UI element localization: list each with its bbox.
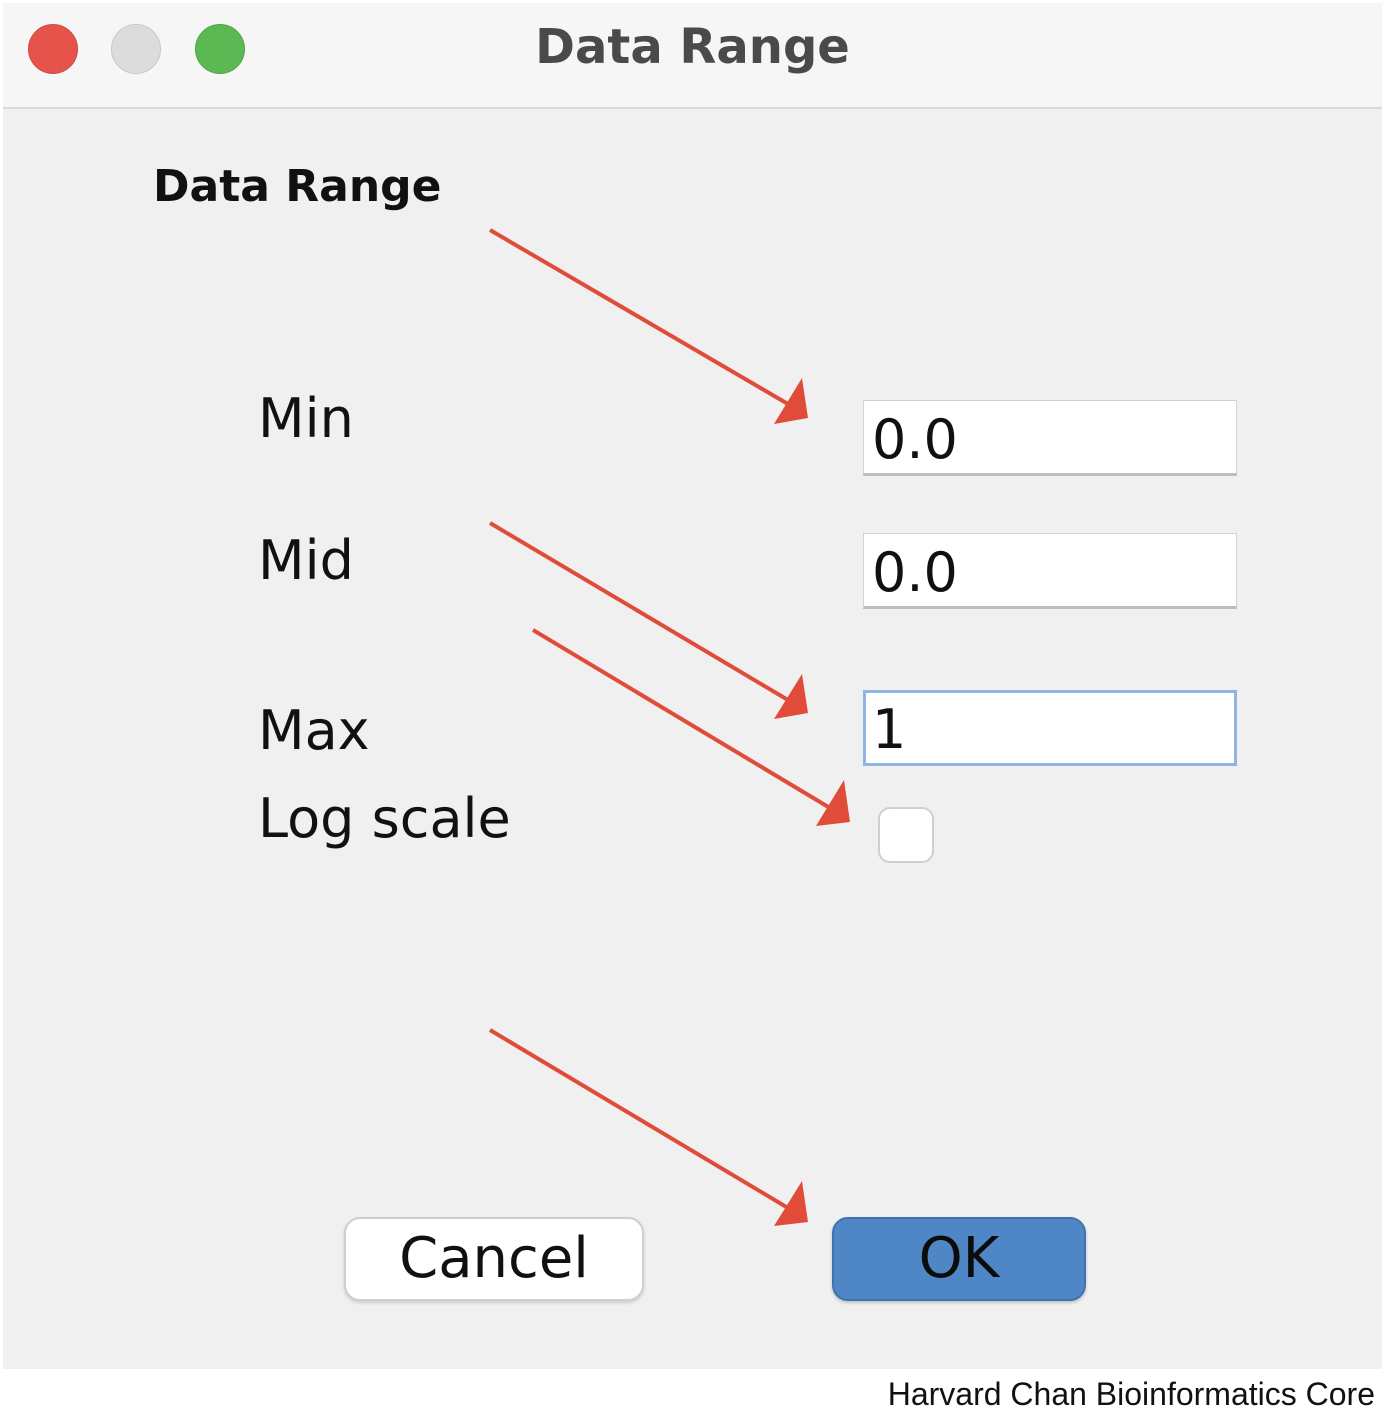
- arrow-to-ok-button: [488, 1028, 808, 1226]
- arrow-to-min-input: [488, 228, 808, 424]
- arrow-to-log-scale-checkbox: [531, 628, 850, 826]
- credit-text: Harvard Chan Bioinformatics Core: [887, 1376, 1375, 1412]
- annotation-arrows: [488, 228, 850, 1226]
- arrow-to-max-input: [488, 521, 808, 719]
